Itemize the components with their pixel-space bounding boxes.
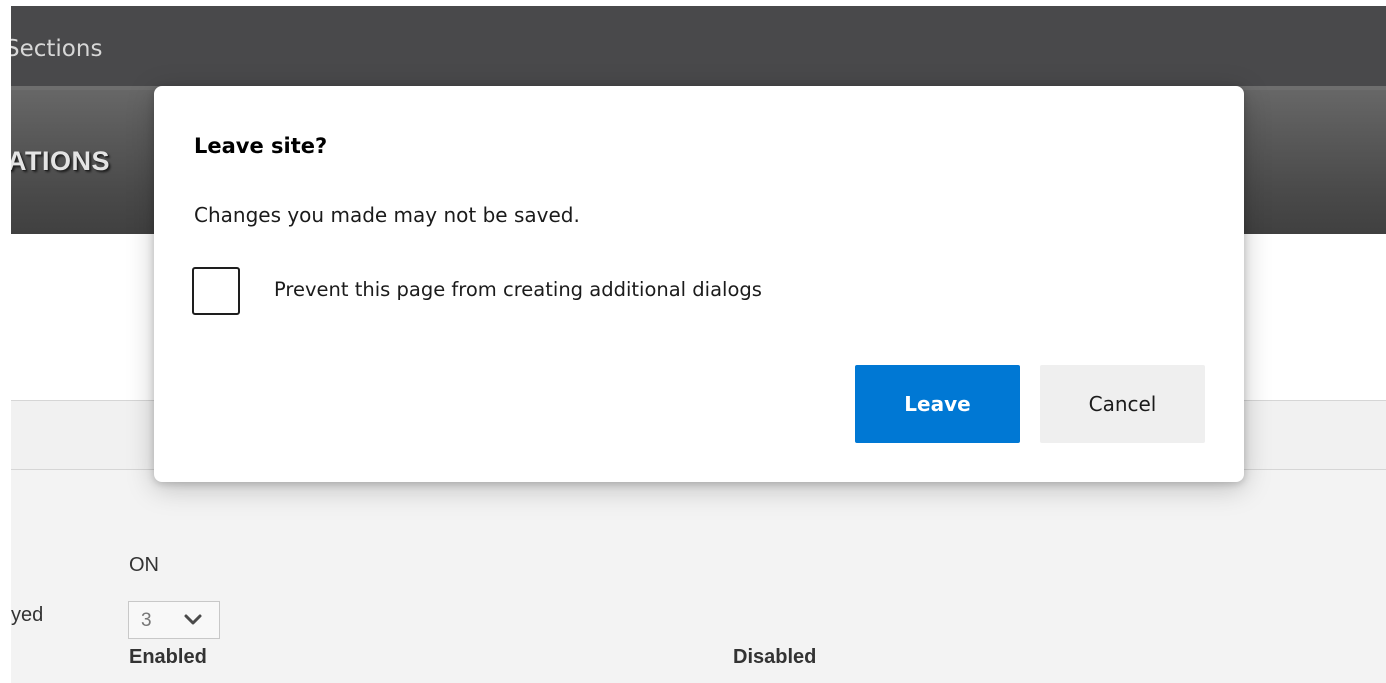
column-header-disabled: Disabled — [733, 646, 817, 668]
prevent-dialogs-checkbox[interactable] — [192, 267, 240, 315]
browser-viewport: Sections ATIONS ON yed 3 Enabled Disable… — [0, 0, 1386, 683]
column-header-enabled: Enabled — [129, 646, 207, 668]
page-title: ATIONS — [7, 146, 110, 176]
top-navigation-bar: Sections — [5, 6, 1386, 86]
prevent-dialogs-option[interactable]: Prevent this page from creating addition… — [192, 267, 952, 315]
status-value: ON — [129, 554, 159, 576]
leave-button[interactable]: Leave — [855, 365, 1020, 443]
cancel-button[interactable]: Cancel — [1040, 365, 1205, 443]
chevron-down-icon — [184, 614, 202, 625]
settings-panel: ON yed 3 Enabled Disabled — [11, 470, 1386, 683]
prevent-dialogs-label[interactable]: Prevent this page from creating addition… — [274, 278, 762, 301]
count-select-value: 3 — [141, 610, 152, 631]
leave-site-dialog: Leave site? Changes you made may not be … — [154, 86, 1244, 482]
dialog-message: Changes you made may not be saved. — [194, 203, 580, 227]
setting-row-label: yed — [11, 604, 44, 626]
dialog-title: Leave site? — [194, 134, 328, 158]
window-edge — [0, 0, 11, 683]
count-select[interactable]: 3 — [128, 601, 220, 639]
sections-menu[interactable]: Sections — [5, 36, 102, 62]
